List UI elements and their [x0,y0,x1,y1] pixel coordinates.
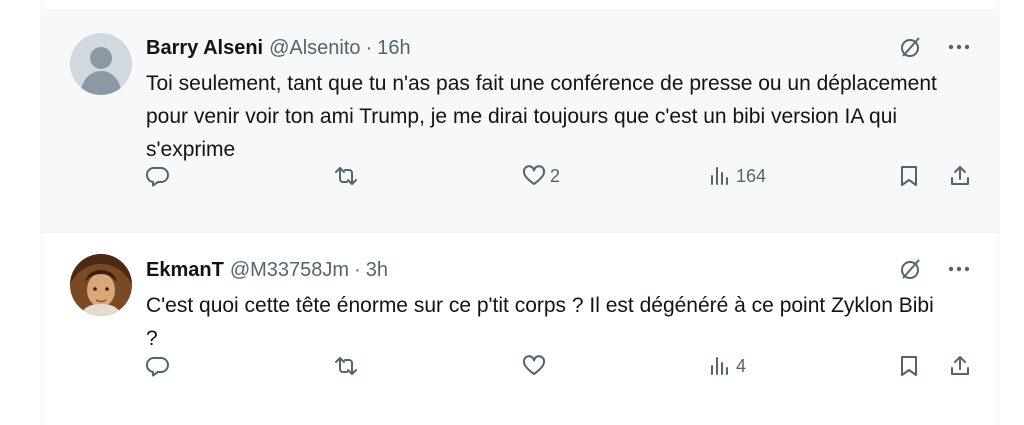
tweet[interactable]: Barry Alseni @Alsenito · 16h Toi seuleme… [42,10,998,233]
tweet-header: Barry Alseni @Alsenito · 16h [146,35,998,61]
tweet-header: EkmanT @M33758Jm · 3h [146,257,998,283]
photo-avatar-icon [70,254,132,316]
more-icon[interactable] [946,34,972,60]
more-icon[interactable] [946,256,972,282]
reply-button[interactable] [146,161,170,191]
default-avatar-icon [70,33,132,95]
bookmark-icon [901,166,917,186]
bookmark-icon [901,356,917,376]
like-count: 2 [550,165,561,186]
retweet-icon [335,167,357,185]
user-handle[interactable]: @M33758Jm [230,259,349,282]
timeline-column: Barry Alseni @Alsenito · 16h Toi seuleme… [41,0,999,425]
views-button[interactable]: 4 [708,351,746,381]
display-name[interactable]: Barry Alseni [146,37,263,60]
retweet-button[interactable] [334,161,358,191]
avatar[interactable] [70,254,132,316]
previous-tweet-edge [42,0,998,10]
reply-icon [146,166,169,187]
tweet-text: Toi seulement, tant que tu n'as pas fait… [146,72,937,161]
avatar[interactable] [70,33,132,95]
share-icon [951,166,969,185]
tweet-text: C'est quoi cette tête énorme sur ce p'ti… [146,294,934,350]
share-button[interactable] [948,161,972,191]
reply-button[interactable] [146,351,170,381]
tweet-body: Barry Alseni @Alsenito · 16h Toi seuleme… [146,35,998,166]
tweet-actions: 4 [42,351,998,381]
tweet-actions: 2 164 [42,161,998,191]
bookmark-button[interactable] [897,161,921,191]
tweet-top-icons [898,34,972,60]
retweet-button[interactable] [334,351,358,381]
separator: · [365,36,373,59]
tweet-body: EkmanT @M33758Jm · 3h C'est quoi cette t… [146,257,998,355]
separator: · [354,258,361,281]
timestamp[interactable]: 3h [366,259,388,282]
tweet-top-icons [898,256,972,282]
share-button[interactable] [948,351,972,381]
bookmark-button[interactable] [897,351,921,381]
like-button[interactable] [522,351,550,381]
like-icon [522,355,546,375]
user-handle[interactable]: @Alsenito [269,37,360,60]
share-icon [951,356,969,375]
like-button[interactable]: 2 [522,161,560,191]
grok-icon[interactable] [898,34,924,60]
timestamp[interactable]: 16h [377,37,410,60]
display-name[interactable]: EkmanT [146,259,224,282]
views-button[interactable]: 164 [708,161,766,191]
views-icon [711,167,728,185]
grok-icon[interactable] [898,256,924,282]
like-icon [522,165,546,185]
view-count: 164 [736,165,767,186]
retweet-icon [335,357,357,375]
view-count: 4 [736,355,747,376]
tweet[interactable]: EkmanT @M33758Jm · 3h C'est quoi cette t… [42,233,998,425]
views-icon [711,357,728,375]
reply-icon [146,356,169,377]
